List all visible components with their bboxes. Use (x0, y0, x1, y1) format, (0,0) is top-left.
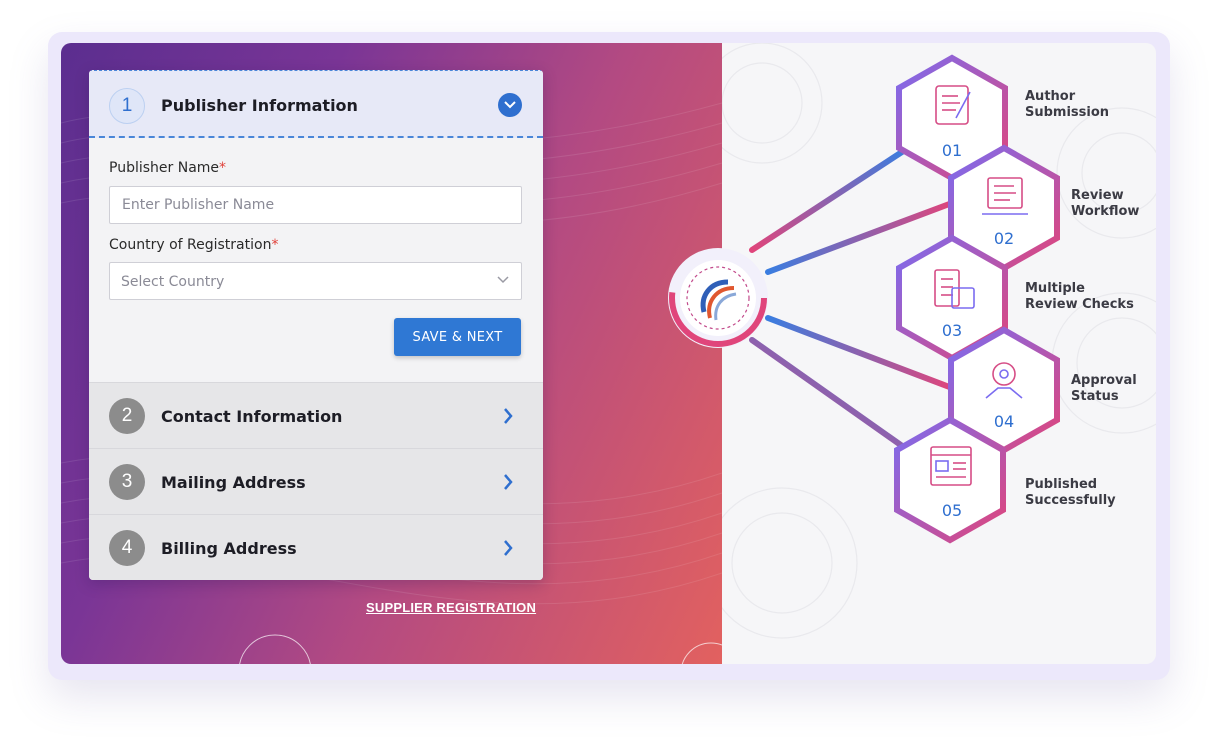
chevron-down-icon[interactable] (498, 93, 522, 117)
step-number-01: 01 (941, 141, 963, 160)
required-mark: * (271, 237, 279, 253)
chevron-right-icon[interactable] (503, 473, 513, 491)
workflow-label-05-line1: Published (1025, 477, 1098, 492)
step-number-badge: 2 (109, 398, 145, 434)
step-number-04: 04 (993, 412, 1015, 431)
step-row-mailing-address[interactable]: 3 Mailing Address (89, 448, 543, 514)
workflow-label-03: Multiple Review Checks (1025, 281, 1134, 313)
step-number-02: 02 (993, 229, 1015, 248)
chevron-right-icon[interactable] (503, 539, 513, 557)
supplier-registration-link[interactable]: SUPPLIER REGISTRATION (366, 600, 536, 615)
workflow-label-02: Review Workflow (1071, 188, 1139, 220)
chevron-right-icon[interactable] (503, 407, 513, 425)
hex-step-05 (894, 416, 1006, 544)
step-number-badge: 3 (109, 464, 145, 500)
step-number-badge: 1 (109, 88, 145, 124)
step-header-publisher-information[interactable]: 1 Publisher Information (89, 70, 543, 138)
workflow-label-01-line1: Author (1025, 89, 1076, 104)
workflow-label-03-line1: Multiple (1025, 281, 1085, 296)
company-logo (668, 248, 768, 348)
registration-form-card: 1 Publisher Information Publisher Name* … (89, 70, 543, 580)
step-title: Billing Address (161, 539, 297, 558)
workflow-label-04: Approval Status (1071, 373, 1137, 405)
step-title: Contact Information (161, 407, 343, 426)
workflow-label-01-line2: Submission (1025, 105, 1110, 120)
publisher-name-label: Publisher Name* (109, 160, 226, 176)
chevron-down-icon (497, 276, 509, 284)
publisher-name-input[interactable] (109, 186, 522, 224)
workflow-label-04-line2: Status (1071, 389, 1119, 404)
country-label: Country of Registration* (109, 237, 278, 253)
country-select-value: Select Country (121, 274, 225, 290)
publisher-name-label-text: Publisher Name (109, 160, 220, 176)
step-row-contact-information[interactable]: 2 Contact Information (89, 382, 543, 448)
workflow-label-02-line1: Review (1071, 188, 1124, 203)
country-label-text: Country of Registration (109, 237, 272, 253)
workflow-label-05-line2: Successfully (1025, 493, 1116, 508)
save-next-button[interactable]: SAVE & NEXT (394, 318, 521, 356)
step-number-03: 03 (941, 321, 963, 340)
step-number-05: 05 (941, 501, 963, 520)
workflow-label-02-line2: Workflow (1071, 204, 1140, 219)
step-row-billing-address[interactable]: 4 Billing Address (89, 514, 543, 580)
required-mark: * (219, 160, 227, 176)
step-title: Mailing Address (161, 473, 306, 492)
step-title: Publisher Information (161, 96, 358, 115)
step-number-badge: 4 (109, 530, 145, 566)
workflow-label-01: Author Submission (1025, 89, 1109, 121)
workflow-label-04-line1: Approval (1071, 373, 1137, 388)
country-select[interactable]: Select Country (109, 262, 522, 300)
workflow-label-03-line2: Review Checks (1025, 297, 1134, 312)
workflow-label-05: Published Successfully (1025, 477, 1116, 509)
